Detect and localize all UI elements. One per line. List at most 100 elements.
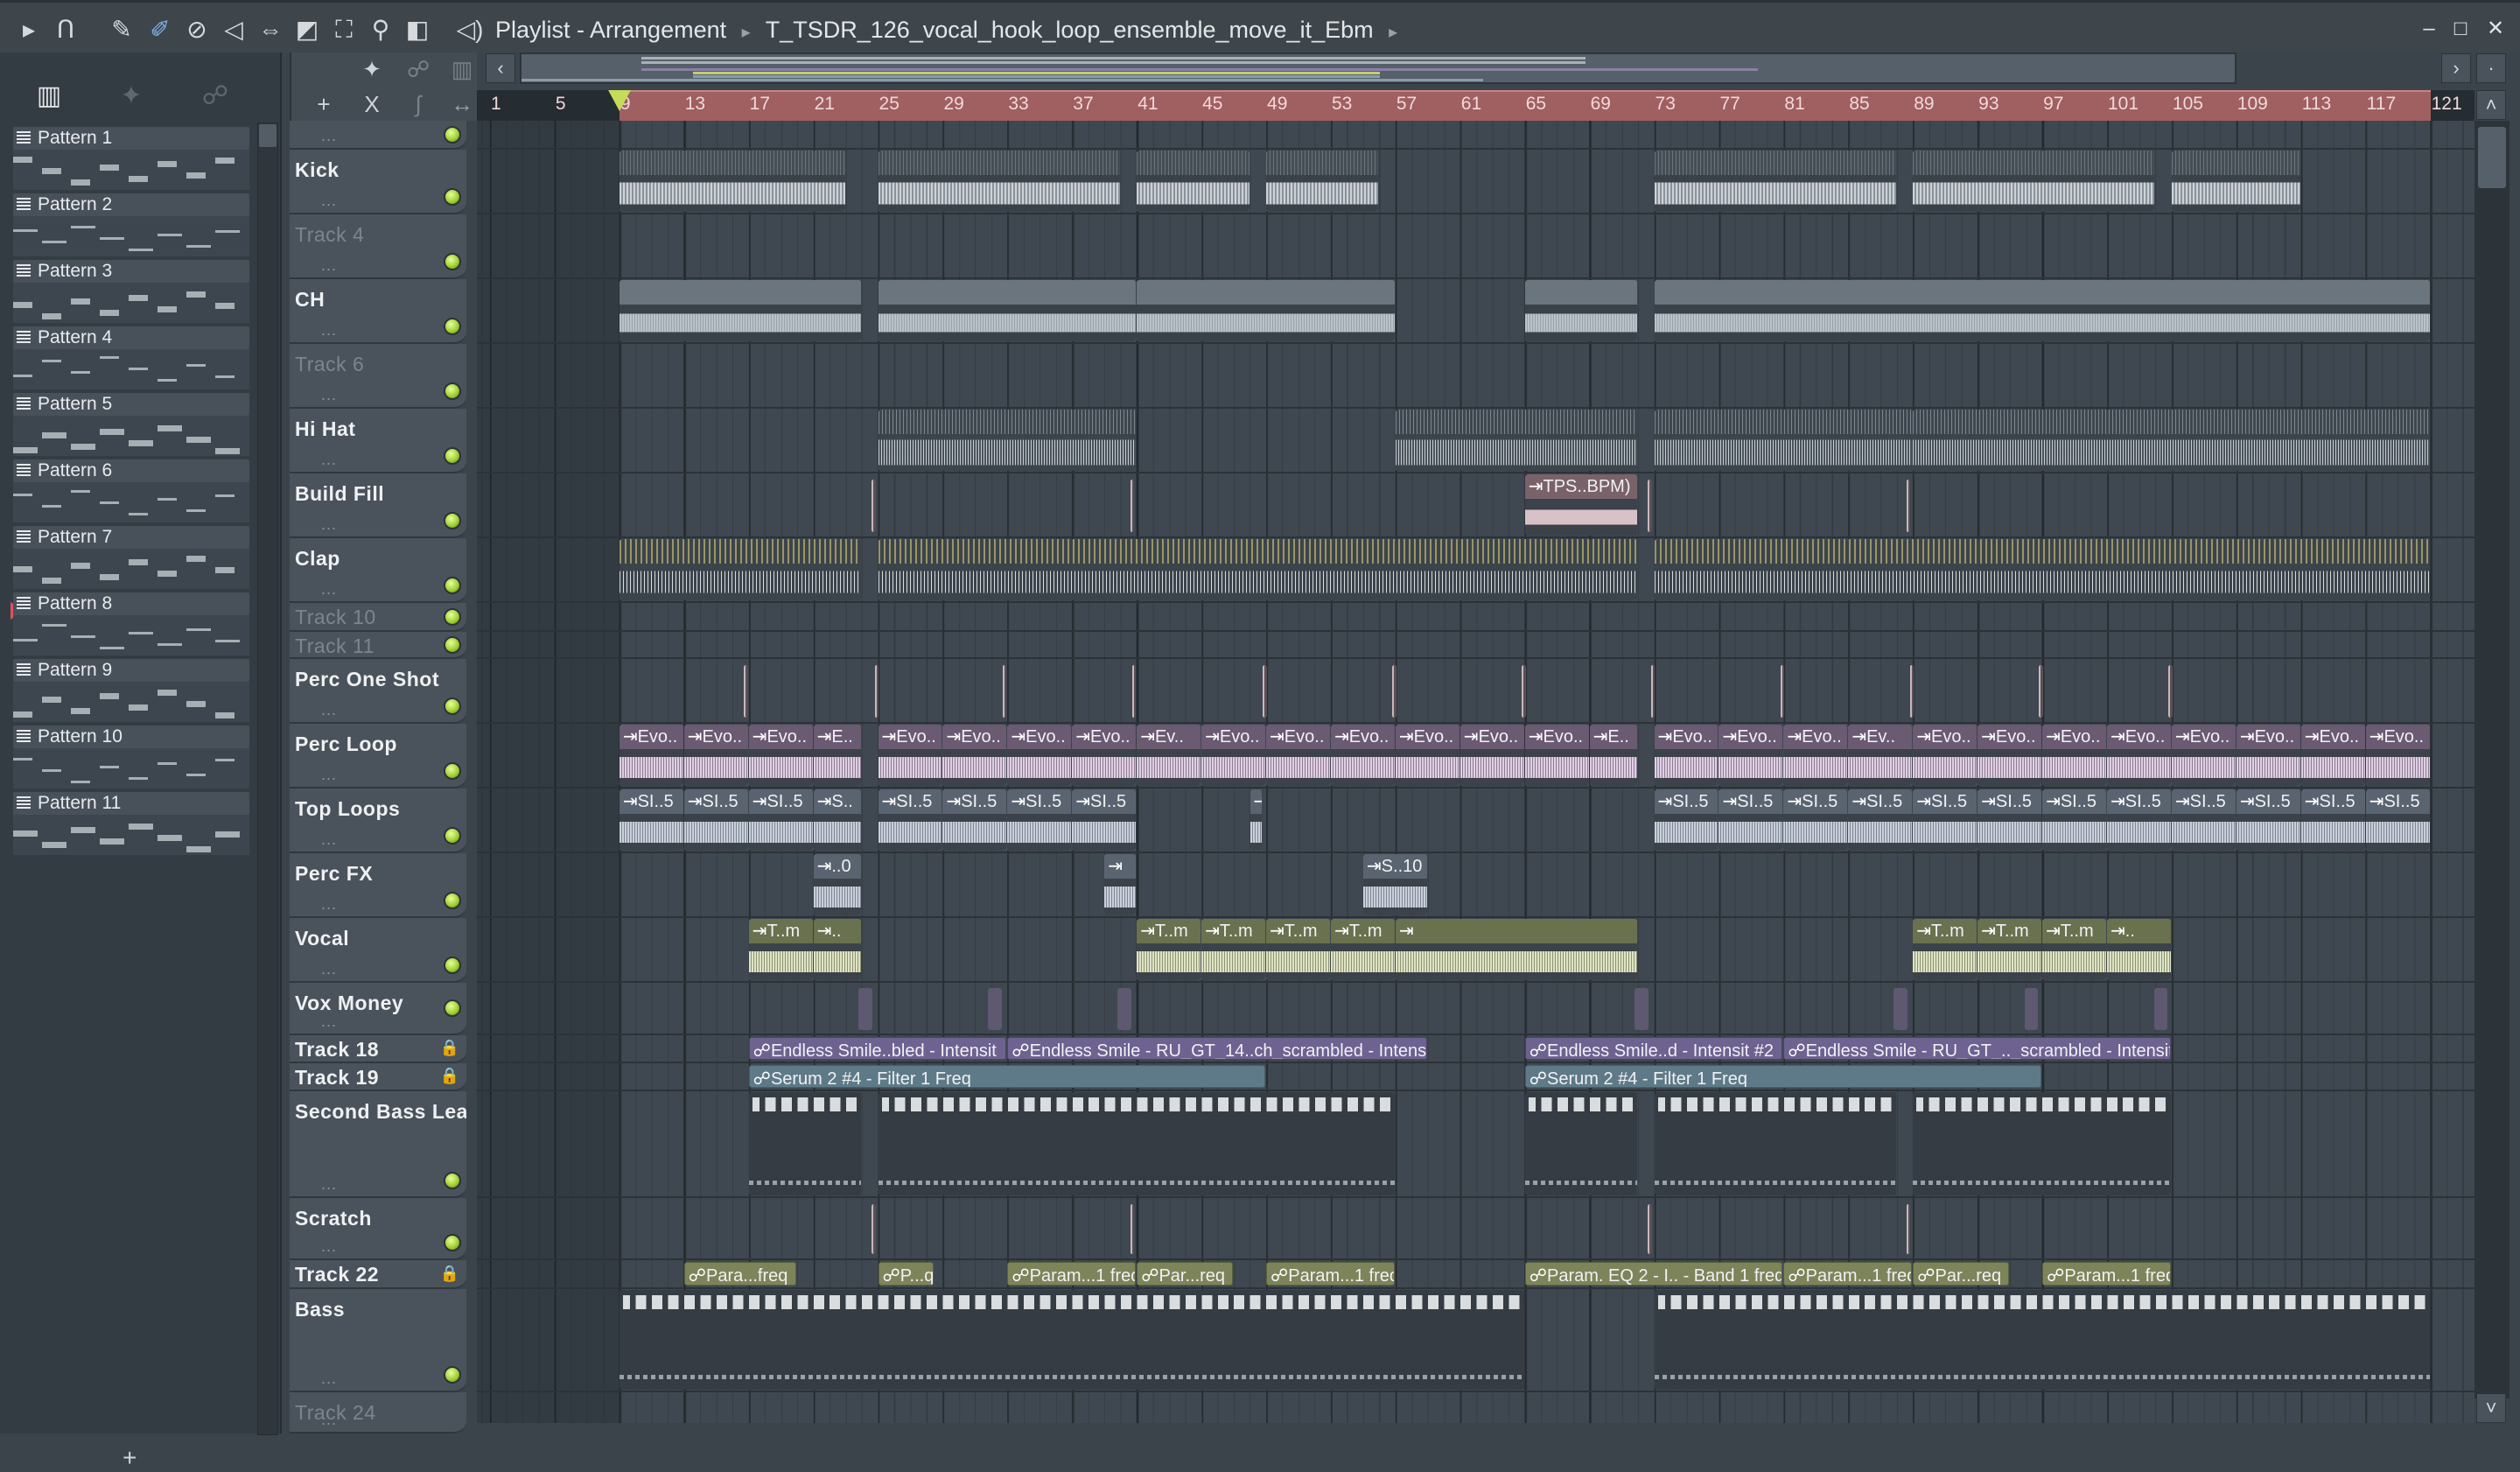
clip-vox[interactable] bbox=[2024, 988, 2039, 1030]
clip-olive[interactable]: .. bbox=[813, 919, 862, 980]
pattern-item[interactable]: Pattern 11 bbox=[13, 792, 249, 857]
clip-gray[interactable]: SI..5 bbox=[1848, 789, 1913, 851]
clip-marker[interactable] bbox=[1392, 665, 1396, 718]
clip-marker[interactable] bbox=[2168, 665, 2173, 718]
minimize-button[interactable]: ‒ bbox=[2415, 15, 2443, 43]
breadcrumb-arrow-icon[interactable]: ▸ bbox=[1389, 23, 1397, 42]
clip-gray[interactable]: SI..5 bbox=[2171, 789, 2236, 851]
clip-olive[interactable]: T..m bbox=[1137, 919, 1201, 980]
track-menu-dots[interactable]: ... bbox=[321, 960, 337, 978]
clip-gray[interactable]: S..10 bbox=[1362, 854, 1427, 915]
song-position-marker-icon[interactable] bbox=[606, 90, 632, 111]
clip-gray[interactable] bbox=[1104, 854, 1137, 915]
clip-pink[interactable]: Evo.. bbox=[1395, 725, 1460, 786]
clip-ch[interactable] bbox=[619, 280, 862, 341]
track-menu-dots[interactable]: ... bbox=[321, 766, 337, 784]
maximize-button[interactable]: □ bbox=[2446, 15, 2474, 43]
pattern-list-scroll-thumb[interactable] bbox=[259, 124, 276, 147]
track-header[interactable]: Track 24... bbox=[290, 1392, 466, 1433]
clip-marker[interactable] bbox=[1131, 665, 1137, 718]
pattern-item[interactable]: Pattern 4 bbox=[13, 326, 249, 391]
clip-vox[interactable] bbox=[1894, 988, 1908, 1030]
clip-pink[interactable]: Evo.. bbox=[2042, 725, 2106, 786]
clip-pink[interactable]: Evo.. bbox=[1783, 725, 1848, 786]
clip-gray[interactable]: SI..5 bbox=[1654, 789, 1718, 851]
track-header[interactable]: Track 19 🔒 bbox=[290, 1063, 466, 1091]
clip-marker[interactable] bbox=[1650, 665, 1656, 718]
track-header[interactable]: Bass... bbox=[290, 1289, 466, 1392]
scroll-menu-button[interactable]: · bbox=[2476, 53, 2506, 83]
track-enable-led[interactable] bbox=[444, 1172, 461, 1189]
clip-gray[interactable]: SI..5 bbox=[2042, 789, 2106, 851]
clip-clap[interactable] bbox=[1654, 539, 2430, 600]
track-header[interactable]: Track 11 bbox=[290, 632, 466, 659]
clip-hat[interactable] bbox=[1395, 410, 1638, 471]
scroll-left-button[interactable]: ‹ bbox=[486, 53, 515, 83]
clip-gray[interactable]: SI..5 bbox=[619, 789, 683, 851]
clip-pink[interactable]: Evo.. bbox=[683, 725, 748, 786]
pattern-item[interactable]: Pattern 7 bbox=[13, 526, 249, 591]
pattern-item[interactable]: Pattern 2 bbox=[13, 193, 249, 258]
clip-marker[interactable] bbox=[1909, 665, 1914, 718]
clip-vox[interactable] bbox=[858, 988, 872, 1030]
pattern-item[interactable]: Pattern 1 bbox=[13, 127, 249, 192]
track-menu-dots[interactable]: ... bbox=[321, 451, 337, 469]
clip-pattern[interactable] bbox=[1524, 1092, 1638, 1195]
clip-olive[interactable]: T..m bbox=[1978, 919, 2042, 980]
clip-clap[interactable] bbox=[878, 539, 1638, 600]
clip-olive[interactable] bbox=[1395, 919, 1638, 980]
track-header[interactable]: Perc One Shot... bbox=[290, 659, 466, 724]
track-enable-led[interactable] bbox=[444, 125, 461, 144]
track-menu-dots[interactable]: ... bbox=[321, 386, 337, 404]
clip-vox[interactable] bbox=[2153, 988, 2168, 1030]
clip-pink[interactable]: Evo.. bbox=[2236, 725, 2300, 786]
track-header[interactable]: Top Loops... bbox=[290, 789, 466, 853]
pattern-item[interactable]: Pattern 9 bbox=[13, 659, 249, 724]
track-menu-dots[interactable]: ... bbox=[321, 1237, 337, 1256]
playlist-grid[interactable]: TPS..BPM)Evo..Evo..Evo..E..Evo..Evo..Evo… bbox=[477, 121, 2474, 1423]
clip-gray[interactable]: SI..5 bbox=[683, 789, 748, 851]
clip-marker[interactable] bbox=[744, 665, 748, 718]
clip-pink[interactable]: Evo.. bbox=[1072, 725, 1137, 786]
scroll-down-button[interactable]: ˅ bbox=[2476, 1393, 2506, 1423]
scroll-up-button[interactable]: ˄ bbox=[2476, 90, 2506, 120]
clip-pink[interactable]: E.. bbox=[1589, 725, 1638, 786]
clip-kick[interactable] bbox=[878, 151, 1120, 212]
track-header[interactable]: Kick... bbox=[290, 150, 466, 214]
track-header[interactable]: Vocal... bbox=[290, 918, 466, 983]
clip-kick[interactable] bbox=[1654, 151, 1896, 212]
slip-icon[interactable]: ⇔ bbox=[256, 15, 285, 45]
scroll-right-button[interactable]: › bbox=[2441, 53, 2471, 83]
track-enable-led[interactable] bbox=[444, 318, 461, 335]
clip-ch[interactable] bbox=[1654, 280, 2430, 341]
clip-pink[interactable]: Evo.. bbox=[1654, 725, 1718, 786]
lock-icon[interactable]: 🔒 bbox=[440, 1265, 459, 1283]
clip-kick[interactable] bbox=[1266, 151, 1379, 212]
clip-pink[interactable]: Evo.. bbox=[1007, 725, 1072, 786]
clip-auto-purple[interactable]: Endless Smile - RU_GT_.._scrambled - Int… bbox=[1783, 1037, 2171, 1060]
clip-auto-purple[interactable]: Endless Smile - RU_GT_14..ch_scrambled -… bbox=[1007, 1037, 1427, 1060]
track-header[interactable]: Track 22 🔒 bbox=[290, 1260, 466, 1289]
clip-marker[interactable] bbox=[1130, 1204, 1135, 1254]
track-menu-dots[interactable]: ... bbox=[321, 192, 337, 210]
clip-ch[interactable] bbox=[1137, 280, 1395, 341]
track-enable-led[interactable] bbox=[444, 697, 461, 715]
clip-marker[interactable] bbox=[1648, 480, 1652, 532]
track-header[interactable]: Track 4... bbox=[290, 214, 466, 279]
clip-gray[interactable]: SI..5 bbox=[748, 789, 813, 851]
slice-icon[interactable]: ◩ bbox=[292, 15, 322, 45]
track-header[interactable]: Track 18 🔒 bbox=[290, 1035, 466, 1063]
track-enable-led[interactable] bbox=[444, 447, 461, 465]
pattern-item[interactable]: Pattern 5 bbox=[13, 393, 249, 458]
piano-roll-icon[interactable]: ▥ bbox=[447, 54, 477, 84]
track-menu-dots[interactable]: ... bbox=[321, 321, 337, 340]
clip-pattern[interactable] bbox=[878, 1092, 1395, 1195]
clip-gray[interactable]: SI..5 bbox=[878, 789, 942, 851]
clip-gray[interactable]: SI..5 bbox=[1007, 789, 1072, 851]
clip-kick[interactable] bbox=[1913, 151, 2155, 212]
pattern-list-scrollbar[interactable] bbox=[257, 123, 278, 1435]
track-enable-led[interactable] bbox=[444, 253, 461, 270]
clip-marker[interactable] bbox=[872, 1204, 876, 1254]
stretch-icon[interactable]: ↔ bbox=[447, 89, 477, 119]
track-menu-dots[interactable]: ... bbox=[321, 127, 337, 145]
